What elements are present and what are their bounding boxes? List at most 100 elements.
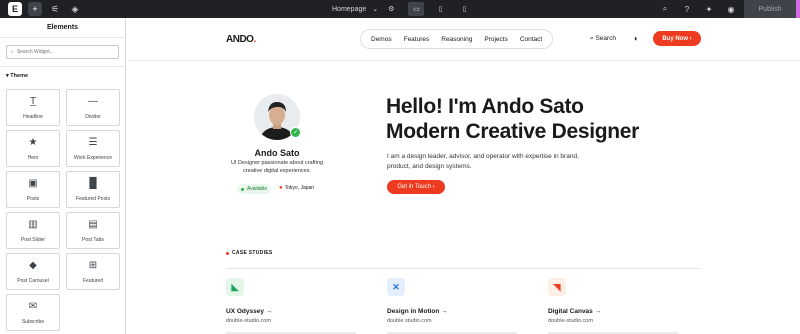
case-study-domain: double-studio.com [548,318,593,324]
settings-sliders-icon[interactable]: ⚟ [48,2,62,16]
elements-panel: Elements ⌕ ▾ Theme T̲ Headline — Divider ★ He… [0,18,126,334]
widget-tile[interactable]: — Divider [66,89,120,126]
header-divider [127,60,800,61]
slider-icon: ▥ [28,218,38,230]
nav-link-reasoning[interactable]: Reasoning [441,36,472,43]
profile-name: Ando Sato [254,148,300,158]
site-logo[interactable]: ANDO. [226,34,256,45]
widget-tile-label: Post Tabs [82,236,104,243]
case-study-logo-icon: ✕ [387,278,405,296]
widget-tile[interactable]: ▐▌ Featured Posts [66,171,120,208]
mail-icon: ✉ [28,300,38,312]
editor-topbar: E + ⚟ ◈ Homepage ⌄ ⚙ ▭ ▯ ▯ ⌕ ? ✦ ◉ Publi… [0,0,800,18]
page-settings-icon[interactable]: ⚙ [388,5,394,13]
chevron-down-icon[interactable]: ⌄ [372,5,378,13]
hero-icon: ★ [28,136,38,148]
case-study-title: UX Odyssey → [226,308,366,315]
add-element-icon[interactable]: + [28,2,42,16]
notifications-icon[interactable]: ✦ [698,5,720,14]
nav-link-projects[interactable]: Projects [484,36,507,43]
widget-tile[interactable]: ▣ Posts [6,171,60,208]
nav-link-features[interactable]: Features [404,36,430,43]
hero-intro: I am a design leader, advisor, and opera… [387,153,579,170]
arrow-right-icon: → [263,308,273,315]
widget-tile[interactable]: ☰ Work Experience [66,130,120,167]
divider-icon: — [88,95,98,107]
search-icon: ⌕ [11,49,14,55]
case-study-card[interactable]: ◥ Digital Canvas → double-studio.com [548,278,688,334]
header-search[interactable]: ⌕ Search [590,35,616,43]
tabs-icon: ▤ [88,218,98,230]
headline-line-2: Modern Creative Designer [386,120,640,143]
grid-plus-icon: ⊞ [88,259,98,271]
nav-link-demos[interactable]: Demos [371,36,392,43]
theme-section-header[interactable]: ▾ Theme [6,73,125,79]
search-icon: ⌕ [590,35,594,42]
arrow-right-icon: → [592,308,602,315]
main-nav: Demos Features Reasoning Projects Contact [360,29,554,49]
columns-icon: ▐▌ [85,177,101,189]
bullet-dot-icon [226,251,229,255]
search-icon[interactable]: ⌕ [654,4,676,14]
widget-tile-label: Post Carousel [17,277,49,284]
buy-now-button[interactable]: Buy Now › [653,31,701,46]
case-study-card[interactable]: ◣ UX Odyssey → double-studio.com [226,278,366,334]
widget-tile-label: Headline [23,113,43,120]
case-study-domain: double studio.com [387,318,432,324]
widget-tile[interactable]: ★ Hero [6,130,60,167]
profile-description: UI Designer passionate about crafting cr… [230,160,324,174]
tablet-view-icon[interactable]: ▯ [432,2,448,16]
location-label: Tokyo, Japan [284,185,315,191]
editor-canvas: ANDO. Demos Features Reasoning Projects Cont… [127,18,800,334]
widget-search[interactable]: ⌕ [6,45,119,59]
available-label: Available [247,186,268,192]
case-study-card[interactable]: ✕ Design in Motion → double studio.com [387,278,527,334]
desktop-view-icon[interactable]: ▭ [408,2,425,16]
widget-tile[interactable]: ▥ Post Slider [6,212,60,249]
preview-eye-icon[interactable]: ◉ [720,5,742,14]
publish-button[interactable]: Publish [744,0,796,18]
widget-tile-label: Hero [27,154,39,161]
case-studies-text: CASE STUDIES [232,250,273,256]
hero-headline: Hello! I'm Ando Sato Modern Creative Des… [386,94,639,144]
list-icon: ☰ [88,136,98,148]
status-dot-icon [241,187,244,191]
help-icon[interactable]: ? [676,5,698,14]
widget-search-input[interactable] [16,49,107,55]
widget-tile[interactable]: ✉ Subscribe [6,294,60,331]
nav-link-contact[interactable]: Contact [520,36,542,43]
cta-label: Get in Touch [397,184,431,190]
verified-check-icon: ✓ [290,127,301,138]
widget-tile[interactable]: ◆ Post Carousel [6,253,60,290]
case-study-title-text: Design in Motion [387,308,440,315]
case-study-title-text: Digital Canvas [548,308,593,315]
widget-tile[interactable]: ⊞ Featured [66,253,120,290]
accent-strip [796,0,800,18]
widget-tile-label: Featured [82,277,103,284]
mobile-view-icon[interactable]: ▯ [456,2,472,16]
get-in-touch-button[interactable]: Get in Touch › [387,180,445,194]
image-icon: ▣ [28,177,38,189]
caret-down-icon: ▾ [6,73,9,79]
widget-tile[interactable]: T̲ Headline [6,89,60,126]
elementor-logo-icon[interactable]: E [8,2,22,16]
case-study-title: Digital Canvas → [548,308,688,315]
arrow-right-icon: → [439,308,448,315]
header-search-label: Search [595,35,617,42]
widget-grid: T̲ Headline — Divider ★ Hero ☰ Work Experience ▣… [6,89,120,331]
logo-dot: . [253,34,256,45]
widget-tile[interactable]: ▤ Post Tabs [66,212,120,249]
carousel-icon: ◆ [29,259,37,271]
widget-tile-label: Featured Posts [76,195,110,202]
buy-now-label: Buy Now [662,35,688,42]
widget-tile-label: Posts [26,195,40,202]
divider [0,66,125,67]
case-studies-divider [226,268,701,269]
page-name[interactable]: Homepage [332,6,366,13]
location: ● Tokyo, Japan [279,185,314,191]
dark-mode-toggle-icon[interactable]: ◐ [634,34,639,43]
section-label: Theme [10,73,29,79]
layers-icon[interactable]: ◈ [68,2,82,16]
case-study-logo-icon: ◣ [226,278,244,296]
widget-tile-label: Post Slider [20,236,46,243]
